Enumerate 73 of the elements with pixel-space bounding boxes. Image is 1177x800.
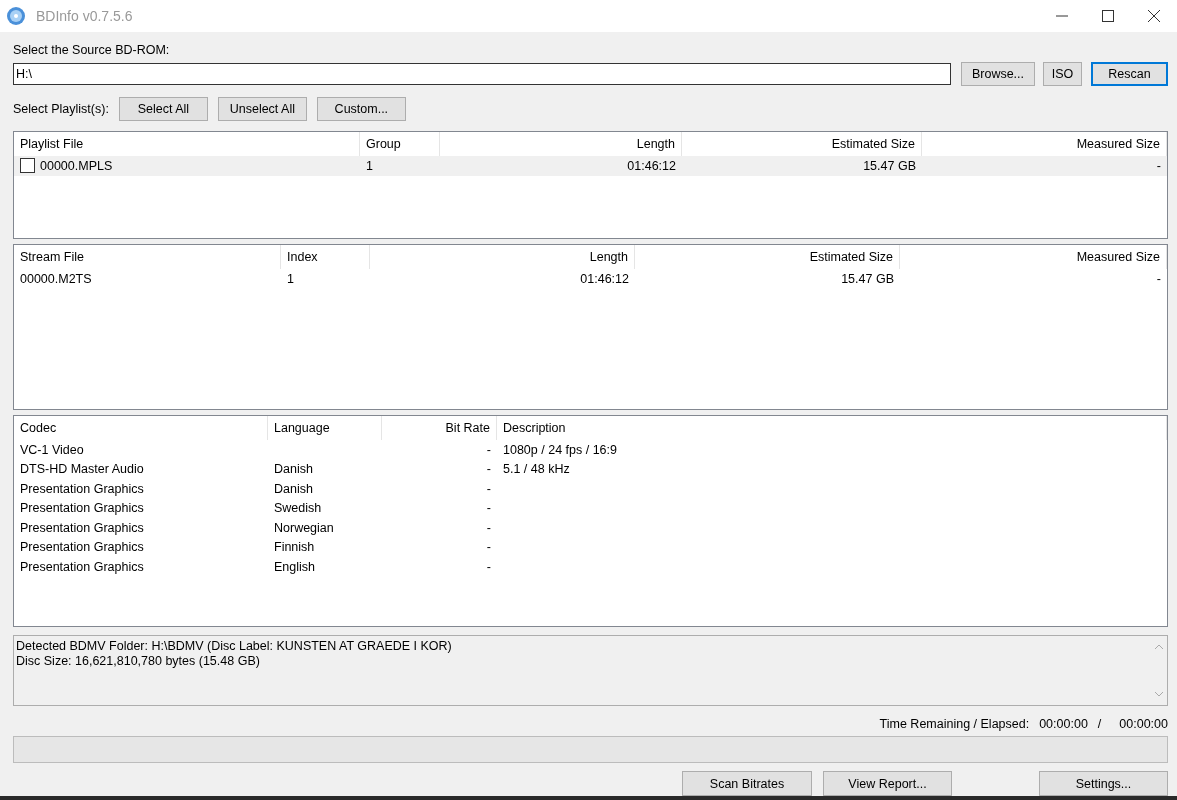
table-cell: English xyxy=(274,559,315,574)
log-line: Disc Size: 16,621,810,780 bytes (15.48 GB) xyxy=(16,654,261,669)
table-row[interactable]: Presentation Graphics Swedish - xyxy=(14,498,1167,518)
table-cell: VC-1 Video xyxy=(20,442,84,457)
table-cell: Norwegian xyxy=(274,520,334,535)
source-button[interactable]: Rescan xyxy=(1091,62,1168,86)
action-button[interactable]: Scan Bitrates xyxy=(682,771,812,796)
table-cell: 1080p / 24 fps / 16:9 xyxy=(503,442,617,457)
table-cell: Danish xyxy=(274,481,313,496)
remaining-time: 00:00:00 xyxy=(1039,717,1088,731)
table-cell: - xyxy=(486,462,491,477)
time-separator: / xyxy=(1097,717,1102,731)
table-cell: Presentation Graphics xyxy=(20,520,144,535)
table-row[interactable]: DTS-HD Master Audio Danish - 5.1 / 48 kHz xyxy=(14,459,1167,479)
source-label: Select the Source BD-ROM: xyxy=(13,42,171,58)
close-icon[interactable] xyxy=(1148,10,1160,22)
table-cell: - xyxy=(486,520,491,535)
column-header[interactable]: Language xyxy=(268,416,382,440)
action-button[interactable]: View Report... xyxy=(823,771,952,796)
table-cell: 1 xyxy=(366,158,373,173)
table-cell: 5.1 / 48 kHz xyxy=(503,462,570,477)
source-button[interactable]: Browse... xyxy=(961,62,1035,86)
table-cell: - xyxy=(486,442,491,457)
source-button[interactable]: ISO xyxy=(1043,62,1082,86)
table-cell: 01:46:12 xyxy=(627,158,676,173)
column-header[interactable]: Codec xyxy=(14,416,268,440)
column-header[interactable]: Estimated Size xyxy=(635,245,900,269)
table-cell: - xyxy=(486,501,491,516)
playlist-select-label: Select Playlist(s): xyxy=(13,101,109,117)
table-cell: Presentation Graphics xyxy=(20,540,144,555)
table-cell: Presentation Graphics xyxy=(20,481,144,496)
table-cell: - xyxy=(486,540,491,555)
table-cell: 15.47 GB xyxy=(863,158,916,173)
table-cell: Finnish xyxy=(274,540,315,555)
log-line: Detected BDMV Folder: H:\BDMV (Disc Label: KUNSTEN AT GRAEDE I KOR) xyxy=(16,639,453,654)
table-cell: Swedish xyxy=(274,501,322,516)
column-header[interactable]: Measured Size xyxy=(900,245,1167,269)
table-cell: - xyxy=(486,481,491,496)
table-row[interactable]: 00000.M2TS 1 01:46:12 15.47 GB - xyxy=(14,269,1167,289)
table-row[interactable]: Presentation Graphics Finnish - xyxy=(14,537,1167,557)
table-row[interactable]: Presentation Graphics Norwegian - xyxy=(14,518,1167,538)
table-cell: Danish xyxy=(274,462,313,477)
table-cell: 15.47 GB xyxy=(841,271,894,286)
table-cell: DTS-HD Master Audio xyxy=(20,462,144,477)
table-cell: 01:46:12 xyxy=(580,271,629,286)
maximize-icon[interactable] xyxy=(1102,10,1114,22)
source-path-field[interactable]: H:\ xyxy=(13,63,951,85)
checkbox[interactable] xyxy=(20,158,35,174)
table-cell: 00000.MPLS xyxy=(40,158,113,173)
column-header[interactable]: Description xyxy=(497,416,1167,440)
column-header[interactable]: Stream File xyxy=(14,245,281,269)
column-header[interactable]: Index xyxy=(281,245,370,269)
table-cell: Presentation Graphics xyxy=(20,501,144,516)
table-cell: 1 xyxy=(287,271,294,286)
table-row[interactable]: VC-1 Video - 1080p / 24 fps / 16:9 xyxy=(14,440,1167,460)
table-cell: Presentation Graphics xyxy=(20,559,144,574)
table-row[interactable]: Presentation Graphics Danish - xyxy=(14,479,1167,499)
table-row[interactable]: 00000.MPLS 1 01:46:12 15.47 GB - xyxy=(14,156,1167,176)
table-cell: - xyxy=(1156,158,1161,173)
elapsed-time: 00:00:00 xyxy=(1119,717,1168,731)
table-cell: - xyxy=(1156,271,1161,286)
table-cell: 00000.M2TS xyxy=(20,271,92,286)
playlist-select-button[interactable]: Unselect All xyxy=(217,97,307,121)
column-header[interactable]: Bit Rate xyxy=(382,416,497,440)
table-cell: - xyxy=(486,559,491,574)
playlist-select-button[interactable]: Custom... xyxy=(316,97,406,121)
table-row[interactable]: Presentation Graphics English - xyxy=(14,557,1167,577)
action-button[interactable]: Settings... xyxy=(1039,771,1168,796)
playlist-select-button[interactable]: Select All xyxy=(118,97,208,121)
column-header[interactable]: Length xyxy=(370,245,635,269)
disc-icon xyxy=(6,6,26,26)
timer-label: Time Remaining / Elapsed: xyxy=(879,717,1030,731)
window-title: BDInfo v0.7.5.6 xyxy=(36,8,133,24)
